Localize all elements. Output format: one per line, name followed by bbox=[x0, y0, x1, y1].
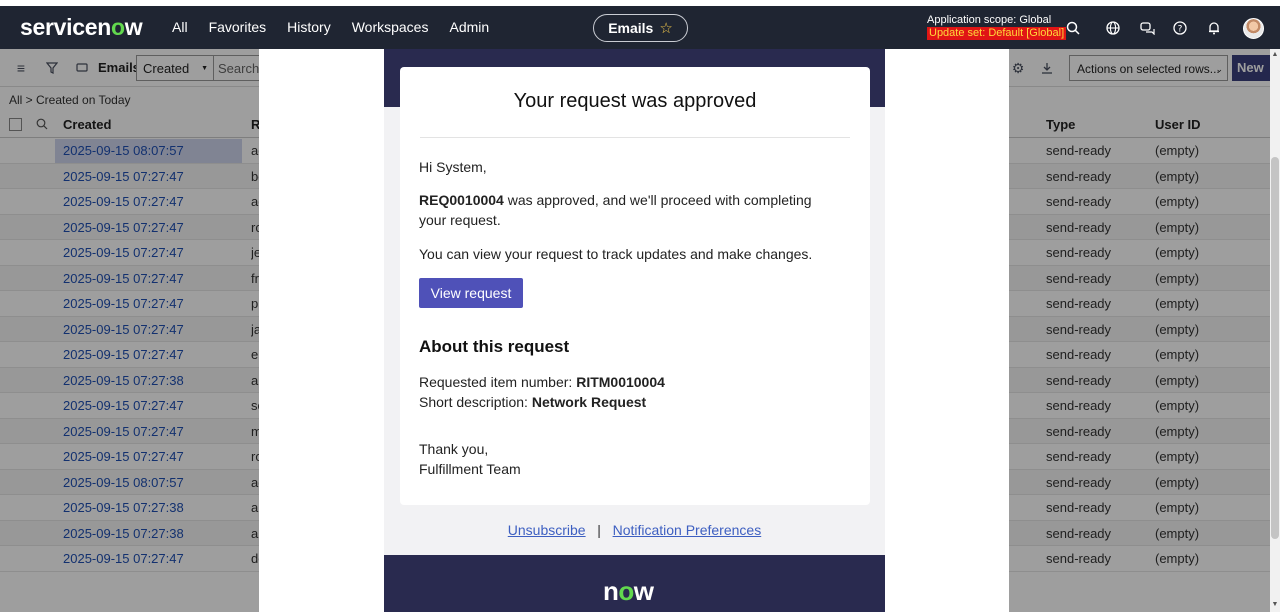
unsubscribe-link[interactable]: Unsubscribe bbox=[508, 522, 586, 538]
request-number: REQ0010004 bbox=[419, 192, 504, 208]
scroll-up-icon[interactable]: ▲ bbox=[1270, 51, 1280, 58]
user-avatar[interactable] bbox=[1243, 18, 1264, 39]
link-separator: | bbox=[597, 522, 601, 538]
vertical-scrollbar[interactable]: ▲ ▼ bbox=[1270, 49, 1280, 612]
email-signature: Fulfillment Team bbox=[419, 461, 521, 477]
notification-preferences-link[interactable]: Notification Preferences bbox=[613, 522, 762, 538]
bell-icon[interactable] bbox=[1205, 19, 1223, 37]
email-thanks: Thank you, bbox=[419, 441, 489, 457]
email-view-text: You can view your request to track updat… bbox=[419, 246, 813, 262]
scope-label: Application scope: Global bbox=[927, 14, 1052, 26]
context-pill-label: Emails bbox=[608, 20, 654, 36]
view-request-button[interactable]: View request bbox=[419, 278, 523, 308]
requested-item-line: Requested item number: RITM0010004 bbox=[419, 372, 839, 392]
nav-favorites[interactable]: Favorites bbox=[209, 19, 267, 35]
about-heading: About this request bbox=[419, 337, 570, 356]
email-approved-text: REQ0010004 was approved, and we'll proce… bbox=[419, 190, 839, 230]
context-pill[interactable]: Emails ☆ bbox=[593, 14, 688, 42]
search-icon[interactable] bbox=[1064, 19, 1082, 37]
email-footer-links: Unsubscribe | Notification Preferences bbox=[384, 522, 885, 538]
requested-item-value: RITM0010004 bbox=[576, 374, 665, 390]
scope-info[interactable]: Application scope: Global Update set: De… bbox=[927, 14, 1067, 40]
nav-history[interactable]: History bbox=[287, 19, 331, 35]
nav-all[interactable]: All bbox=[172, 19, 188, 35]
email-greeting: Hi System, bbox=[419, 159, 487, 175]
star-icon[interactable]: ☆ bbox=[659, 19, 672, 37]
update-set-label: Update set: Default [Global] bbox=[927, 27, 1067, 40]
scrollbar-thumb[interactable] bbox=[1271, 157, 1279, 539]
email-title: Your request was approved bbox=[513, 90, 757, 112]
nav-workspaces[interactable]: Workspaces bbox=[352, 19, 429, 35]
short-description-line: Short description: Network Request bbox=[419, 392, 839, 412]
globe-icon[interactable] bbox=[1104, 19, 1122, 37]
requested-item-label: Requested item number: bbox=[419, 374, 577, 390]
divider bbox=[420, 137, 850, 138]
email-card: Your request was approved Hi System, REQ… bbox=[400, 67, 870, 505]
nav-links: All Favorites History Workspaces Admin bbox=[172, 19, 489, 35]
top-navigation: servicenow All Favorites History Workspa… bbox=[0, 6, 1280, 49]
short-description-value: Network Request bbox=[531, 394, 647, 410]
scroll-down-icon[interactable]: ▼ bbox=[1270, 601, 1280, 608]
short-description-label: Short description: bbox=[419, 394, 532, 410]
nav-admin[interactable]: Admin bbox=[449, 19, 489, 35]
svg-text:?: ? bbox=[1178, 25, 1183, 35]
servicenow-logo[interactable]: servicenow bbox=[20, 14, 143, 41]
help-icon[interactable]: ? bbox=[1171, 19, 1189, 37]
chat-icon[interactable] bbox=[1138, 19, 1156, 37]
now-logo: now bbox=[603, 576, 654, 606]
